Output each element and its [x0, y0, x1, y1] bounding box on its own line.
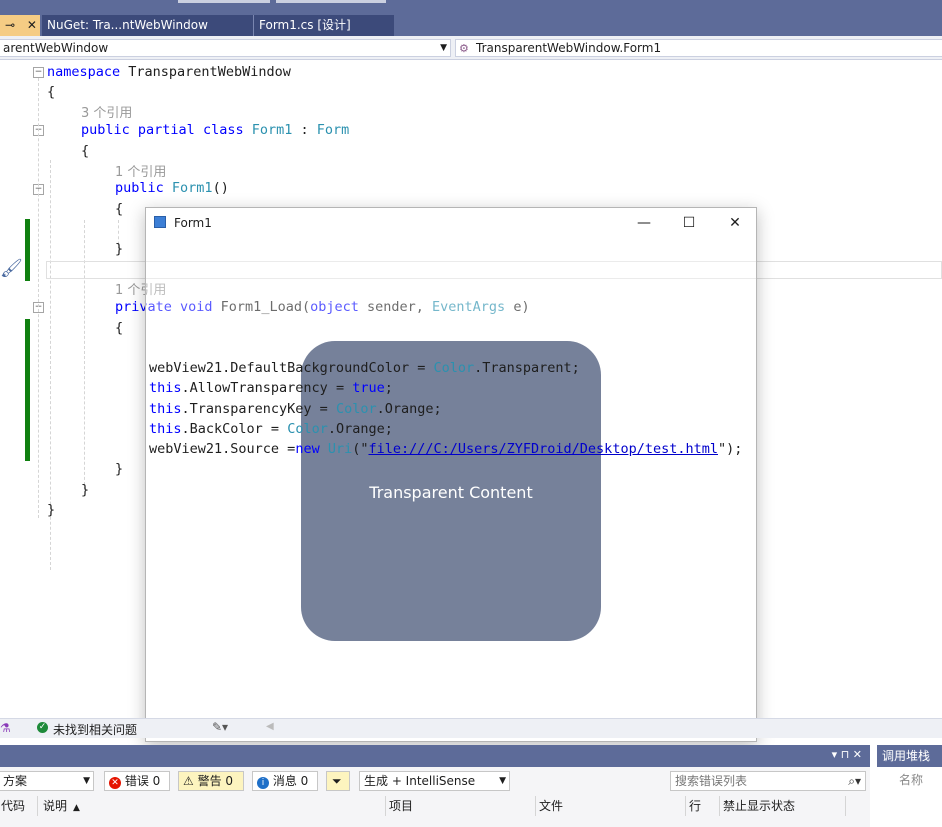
chevron-down-icon[interactable]: ▼: [440, 40, 447, 56]
code-line: {: [81, 143, 90, 159]
code-line: }: [47, 502, 56, 518]
editor-status-bar: ⚗ ✓ 未找到相关问题 ✎▾ ◀: [0, 718, 942, 738]
code-line: this.TransparencyKey = Color.Orange;: [149, 401, 442, 417]
col-project[interactable]: 项目: [386, 796, 536, 816]
change-bar: [25, 219, 30, 281]
code-line: webView21.Source =new Uri("file:///C:/Us…: [149, 441, 743, 457]
filter-icon: ⏷: [332, 774, 342, 788]
fold-line: [38, 78, 39, 518]
call-stack-panel: 名称: [877, 767, 942, 827]
search-icon[interactable]: ⌕▾: [848, 772, 861, 790]
class-icon: ⚙: [459, 42, 469, 55]
content-text: Transparent Content: [369, 483, 533, 502]
navigation-bar: arentWebWindow ▼ ⚙ TransparentWebWindow.…: [0, 36, 942, 60]
close-icon[interactable]: ✕: [27, 18, 37, 32]
type-combo[interactable]: ⚙ TransparentWebWindow.Form1: [455, 39, 942, 57]
change-bar: [25, 319, 30, 461]
project-combo-value: arentWebWindow: [3, 41, 109, 55]
check-icon: ✓: [37, 722, 48, 733]
error-list-header: ▾ ⊓ ✕: [0, 745, 870, 767]
build-source-combo[interactable]: 生成 + IntelliSense ▼: [359, 771, 510, 791]
call-stack-col-name[interactable]: 名称: [899, 771, 923, 788]
tab-nuget[interactable]: NuGet: Tra...ntWebWindow: [42, 15, 254, 36]
tab-pinned[interactable]: ⊸ ✕: [0, 15, 40, 36]
code-line: public partial class Form1 : Form: [81, 122, 350, 138]
issues-status[interactable]: 未找到相关问题: [53, 721, 137, 738]
chevron-down-icon[interactable]: ▼: [499, 772, 506, 790]
tab-strip-marker: [178, 0, 270, 3]
form1-caption: Form1: [174, 216, 212, 230]
col-description[interactable]: 说明 ▲: [40, 796, 386, 816]
warnings-count: 警告 0: [197, 774, 234, 788]
minimize-button[interactable]: —: [621, 208, 667, 238]
search-placeholder: 搜索错误列表: [675, 774, 748, 788]
file-uri-link[interactable]: file:///C:/Users/ZYFDroid/Desktop/test.h…: [368, 441, 718, 457]
messages-count: 消息 0: [272, 774, 309, 788]
maximize-button[interactable]: ☐: [666, 208, 712, 238]
collapse-icon[interactable]: −: [33, 67, 44, 78]
code-line: this.BackColor = Color.Orange;: [149, 421, 393, 437]
chevron-down-icon[interactable]: ▼: [83, 772, 90, 790]
scroll-left-icon[interactable]: ◀: [266, 721, 274, 732]
codelens-references[interactable]: 3 个引用: [81, 102, 132, 121]
error-icon: ✕: [109, 777, 121, 789]
code-line: webView21.DefaultBackgroundColor = Color…: [149, 360, 580, 376]
pin-icon[interactable]: ⊸: [5, 18, 15, 32]
warning-icon: ⚠: [183, 774, 194, 788]
col-suppression[interactable]: 禁止显示状态: [720, 796, 846, 816]
code-line: {: [115, 201, 124, 217]
errors-filter-button[interactable]: ✕ 错误 0: [104, 771, 170, 791]
error-list-panel: 方案 ▼ ✕ 错误 0 ⚠ 警告 0 i 消息 0 ⏷ 生成 + Intelli…: [0, 767, 870, 827]
col-code[interactable]: 代码: [0, 796, 38, 816]
sort-ascending-icon: ▲: [73, 803, 80, 813]
tab-form1-design[interactable]: Form1.cs [设计]: [254, 15, 394, 36]
col-file[interactable]: 文件: [536, 796, 686, 816]
call-stack-header[interactable]: 调用堆栈: [877, 745, 942, 767]
code-line: this.AllowTransparency = true;: [149, 380, 393, 396]
project-combo[interactable]: arentWebWindow ▼: [0, 39, 451, 57]
scope-combo[interactable]: 方案 ▼: [0, 771, 94, 791]
type-combo-value: TransparentWebWindow.Form1: [476, 41, 662, 55]
code-line: }: [115, 241, 124, 257]
tab-label: Form1.cs [设计]: [259, 18, 351, 32]
errors-count: 错误 0: [124, 774, 161, 788]
panel-window-controls[interactable]: ▾ ⊓ ✕: [832, 748, 862, 761]
tab-strip-marker: [276, 0, 386, 3]
title-band: [0, 0, 942, 15]
messages-filter-button[interactable]: i 消息 0: [252, 771, 318, 791]
filter-button[interactable]: ⏷: [326, 771, 350, 791]
build-source-value: 生成 + IntelliSense: [364, 774, 476, 788]
form1-titlebar[interactable]: Form1 — ☐ ✕: [146, 208, 756, 238]
code-line: namespace TransparentWebWindow: [47, 64, 291, 80]
quick-action-icon[interactable]: 🖌: [0, 258, 23, 279]
tab-label: NuGet: Tra...ntWebWindow: [47, 18, 208, 32]
col-line[interactable]: 行: [686, 796, 720, 816]
code-line: {: [47, 84, 56, 100]
form-icon: [154, 216, 166, 228]
code-line: }: [115, 461, 124, 477]
warnings-filter-button[interactable]: ⚠ 警告 0: [178, 771, 244, 791]
info-icon: i: [257, 777, 269, 789]
intellicode-icon[interactable]: ⚗: [0, 721, 11, 735]
code-line: {: [115, 320, 124, 336]
error-search-input[interactable]: 搜索错误列表 ⌕▾: [670, 771, 866, 791]
code-line: }: [81, 482, 90, 498]
document-tabbar: ⊸ ✕ NuGet: Tra...ntWebWindow Form1.cs [设…: [0, 15, 942, 36]
close-button[interactable]: ✕: [712, 208, 758, 238]
code-line: public Form1(): [115, 180, 229, 196]
scope-combo-value: 方案: [3, 774, 28, 788]
col-description-label: 说明: [43, 799, 68, 813]
cleanup-icon[interactable]: ✎▾: [212, 720, 228, 734]
codelens-references[interactable]: 1 个引用: [115, 161, 166, 180]
